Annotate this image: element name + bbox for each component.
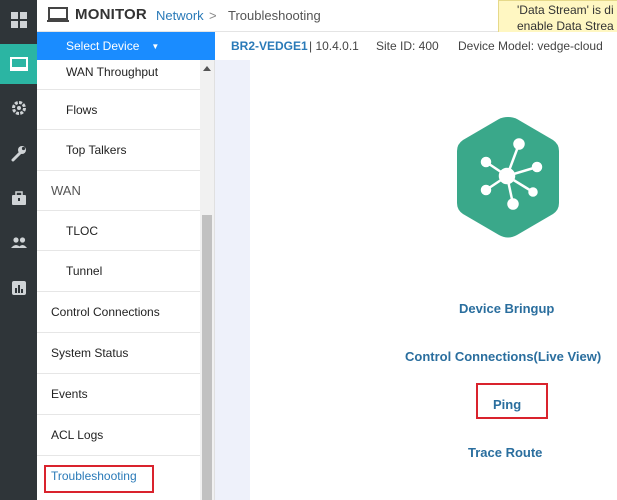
dashboard-icon[interactable] (0, 0, 37, 40)
select-device-dropdown[interactable]: Select Device ▼ (37, 32, 215, 60)
sidebar-item-tunnel[interactable]: Tunnel (37, 251, 200, 292)
troubleshooting-highlight-box (44, 465, 154, 493)
sidebar-section-wan: WAN (37, 171, 200, 211)
device-bringup-link[interactable]: Device Bringup (459, 301, 554, 316)
configuration-gear-icon[interactable] (0, 88, 37, 128)
sidebar-item-events[interactable]: Events (37, 374, 200, 415)
device-site-id: Site ID: 400 (376, 39, 439, 53)
device-name: BR2-VEDGE1 (231, 39, 308, 53)
breadcrumb-separator: > (209, 8, 217, 23)
sidebar-menu: WAN Throughput Flows Top Talkers WAN TLO… (37, 60, 215, 500)
device-version: | 10.4.0.1 (309, 39, 359, 53)
left-nav-rail (0, 0, 37, 500)
maintenance-briefcase-icon[interactable] (0, 178, 37, 218)
trace-route-link[interactable]: Trace Route (468, 445, 542, 460)
sidebar-item-wan-throughput[interactable]: WAN Throughput (37, 60, 200, 90)
control-connections-live-view-link[interactable]: Control Connections(Live View) (405, 349, 601, 364)
connectivity-hexagon-icon (457, 117, 559, 238)
analytics-chart-icon[interactable] (0, 268, 37, 308)
sidebar-item-system-status[interactable]: System Status (37, 333, 200, 374)
ping-highlight-box (476, 383, 548, 419)
sidebar-item-top-talkers[interactable]: Top Talkers (37, 130, 200, 171)
sidebar-item-control-connections[interactable]: Control Connections (37, 292, 200, 333)
scroll-up-arrow-icon[interactable] (203, 66, 211, 71)
sidebar-item-flows[interactable]: Flows (37, 90, 200, 130)
scrollbar-thumb[interactable] (202, 215, 212, 500)
caret-down-icon: ▼ (151, 41, 160, 51)
page-title: MONITOR (75, 6, 147, 23)
sidebar-item-acl-logs[interactable]: ACL Logs (37, 415, 200, 456)
administration-users-icon[interactable] (0, 222, 37, 262)
breadcrumb-current: Troubleshooting (228, 8, 321, 23)
device-info-bar: BR2-VEDGE1 | 10.4.0.1 Site ID: 400 Devic… (215, 32, 617, 60)
monitor-icon[interactable] (0, 44, 37, 84)
select-device-label: Select Device (66, 39, 140, 53)
tools-wrench-icon[interactable] (0, 133, 37, 173)
alert-line-1: 'Data Stream' is di (517, 3, 614, 17)
device-model: Device Model: vedge-cloud (458, 39, 603, 53)
sidebar-scrollbar[interactable] (200, 60, 214, 500)
content-left-strip (215, 60, 250, 500)
sidebar-item-tloc[interactable]: TLOC (37, 211, 200, 251)
breadcrumb-network-link[interactable]: Network (156, 8, 204, 23)
monitor-icon (47, 7, 69, 22)
